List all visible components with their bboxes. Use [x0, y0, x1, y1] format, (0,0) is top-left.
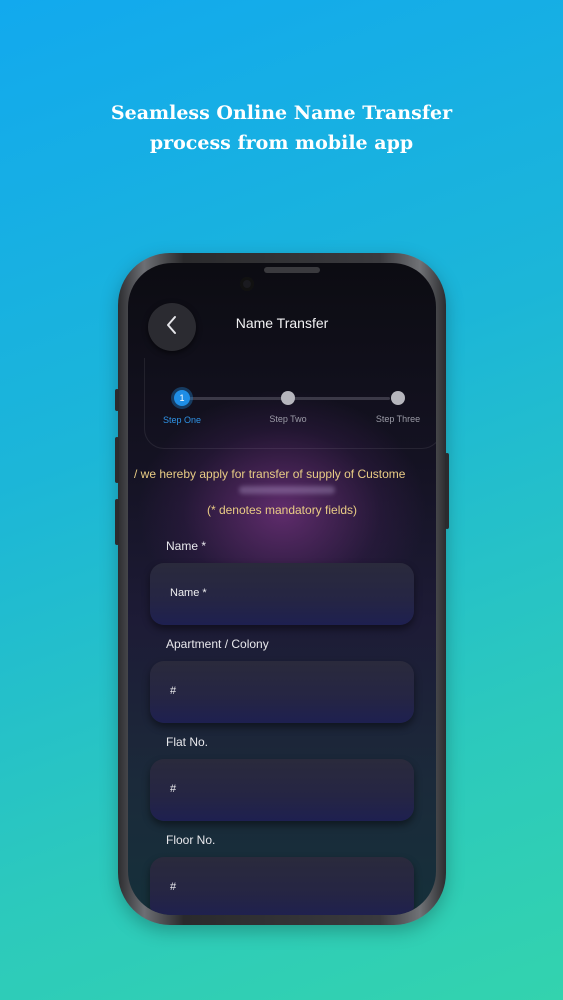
headline: Seamless Online Name Transfer process fr… [0, 98, 563, 158]
front-camera [240, 277, 254, 291]
name-field-value: Name * [170, 587, 207, 599]
step-two-label: Step Two [269, 414, 307, 424]
volume-down-button [115, 499, 119, 545]
floor-no-field-value: # [170, 881, 177, 893]
flat-no-field[interactable]: # [150, 759, 414, 821]
step-three-label: Step Three [375, 414, 421, 424]
name-label: Name * [166, 539, 207, 553]
volume-up-button [115, 437, 119, 483]
page-title: Name Transfer [235, 315, 329, 331]
name-field[interactable]: Name * [150, 563, 414, 625]
earpiece [264, 267, 320, 273]
apartment-colony-label: Apartment / Colony [166, 637, 269, 651]
apartment-colony-field-value: # [170, 685, 177, 697]
flat-no-label: Flat No. [166, 735, 209, 749]
headline-line-1: Seamless Online Name Transfer [110, 102, 453, 124]
floor-no-label: Floor No. [166, 833, 216, 847]
redacted-customer-id [239, 486, 335, 494]
headline-line-2: process from mobile app [149, 132, 414, 154]
flat-no-field-value: # [170, 783, 177, 795]
side-button [115, 389, 119, 411]
phone-frame: Name Transfer 1 Step One Step Two Step T… [115, 253, 449, 925]
step-three-indicator[interactable] [391, 391, 405, 405]
declaration-text: / we hereby apply for transfer of supply… [134, 467, 406, 481]
step-two-indicator[interactable] [281, 391, 295, 405]
power-button [445, 453, 449, 529]
apartment-colony-field[interactable]: # [150, 661, 414, 723]
step-one-label: Step One [162, 415, 202, 425]
mandatory-note: (* denotes mandatory fields) [206, 503, 358, 517]
app-screen: Name Transfer 1 Step One Step Two Step T… [128, 263, 436, 915]
step-one-indicator[interactable]: 1 [174, 390, 190, 406]
floor-no-field[interactable]: # [150, 857, 414, 915]
